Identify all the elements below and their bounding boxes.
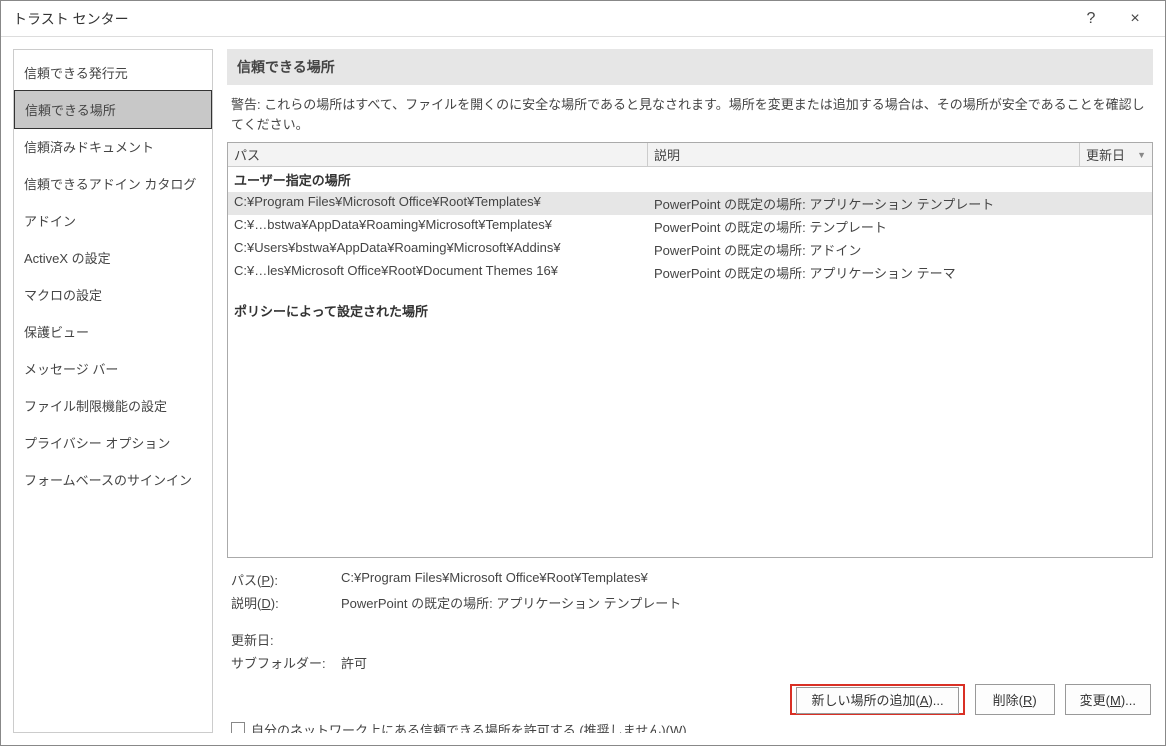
sidebar-item-trusted-locations[interactable]: 信頼できる場所 (14, 90, 212, 129)
table-row[interactable]: C:¥…bstwa¥AppData¥Roaming¥Microsoft¥Temp… (228, 215, 1152, 238)
table-row[interactable]: C:¥Users¥bstwa¥AppData¥Roaming¥Microsoft… (228, 238, 1152, 261)
sidebar-item-macro[interactable]: マクロの設定 (14, 276, 212, 313)
detail-subfolder-label: サブフォルダー: (231, 653, 341, 672)
cell-path: C:¥Users¥bstwa¥AppData¥Roaming¥Microsoft… (228, 238, 648, 261)
details-panel: パス(P): C:¥Program Files¥Microsoft Office… (227, 558, 1153, 680)
cell-date (1080, 261, 1152, 284)
detail-desc-value: PowerPoint の既定の場所: アプリケーション テンプレート (341, 593, 1149, 612)
sidebar-item-privacy[interactable]: プライバシー オプション (14, 424, 212, 461)
column-header-description[interactable]: 説明 (648, 143, 1080, 166)
category-sidebar: 信頼できる発行元 信頼できる場所 信頼済みドキュメント 信頼できるアドイン カタ… (13, 49, 213, 733)
cell-date (1080, 192, 1152, 215)
network-locations-checkbox-row[interactable]: 自分のネットワーク上にある信頼できる場所を許可する (推奨しません)(W) (227, 719, 1153, 733)
table-header-row: パス 説明 更新日 ▼ (228, 143, 1152, 167)
cell-date (1080, 215, 1152, 238)
trust-center-window: トラスト センター ? × 信頼できる発行元 信頼できる場所 信頼済みドキュメン… (0, 0, 1166, 746)
sidebar-item-activex[interactable]: ActiveX の設定 (14, 239, 212, 276)
sidebar-item-trusted-documents[interactable]: 信頼済みドキュメント (14, 128, 212, 165)
highlight-add-button: 新しい場所の追加(A)... (790, 684, 964, 715)
sidebar-item-message-bar[interactable]: メッセージ バー (14, 350, 212, 387)
sidebar-item-trusted-addin-catalogs[interactable]: 信頼できるアドイン カタログ (14, 165, 212, 202)
window-title: トラスト センター (13, 9, 1069, 29)
sidebar-item-protected-view[interactable]: 保護ビュー (14, 313, 212, 350)
locations-table: パス 説明 更新日 ▼ ユーザー指定の場所 C:¥Program Files¥M… (227, 142, 1153, 558)
cell-desc: PowerPoint の既定の場所: アドイン (648, 238, 1080, 261)
add-location-button[interactable]: 新しい場所の追加(A)... (796, 687, 958, 714)
sidebar-item-file-block[interactable]: ファイル制限機能の設定 (14, 387, 212, 424)
sidebar-item-trusted-publishers[interactable]: 信頼できる発行元 (14, 54, 212, 91)
group-policy-locations: ポリシーによって設定された場所 (228, 298, 1152, 323)
close-button[interactable]: × (1113, 1, 1157, 37)
cell-path: C:¥…les¥Microsoft Office¥Root¥Document T… (228, 261, 648, 284)
help-button[interactable]: ? (1069, 1, 1113, 37)
network-locations-checkbox-label: 自分のネットワーク上にある信頼できる場所を許可する (推奨しません)(W) (251, 720, 687, 734)
detail-desc-label: 説明(D): (231, 593, 341, 612)
checkbox-icon[interactable] (231, 722, 245, 733)
main-panel: 信頼できる場所 警告: これらの場所はすべて、ファイルを開くのに安全な場所である… (227, 49, 1153, 733)
cell-desc: PowerPoint の既定の場所: アプリケーション テーマ (648, 261, 1080, 284)
sort-dropdown-icon: ▼ (1137, 150, 1146, 160)
titlebar: トラスト センター ? × (1, 1, 1165, 37)
detail-path-value: C:¥Program Files¥Microsoft Office¥Root¥T… (341, 570, 1149, 589)
cell-desc: PowerPoint の既定の場所: テンプレート (648, 215, 1080, 238)
column-header-path[interactable]: パス (228, 143, 648, 166)
table-body[interactable]: ユーザー指定の場所 C:¥Program Files¥Microsoft Off… (228, 167, 1152, 557)
warning-text: 警告: これらの場所はすべて、ファイルを開くのに安全な場所であると見なされます。… (227, 85, 1153, 142)
detail-subfolder-value: 許可 (341, 653, 1149, 672)
sidebar-item-form-signin[interactable]: フォームベースのサインイン (14, 461, 212, 498)
column-header-date[interactable]: 更新日 ▼ (1080, 143, 1152, 166)
sidebar-item-addins[interactable]: アドイン (14, 202, 212, 239)
group-user-locations: ユーザー指定の場所 (228, 167, 1152, 192)
detail-date-label: 更新日: (231, 630, 341, 649)
detail-date-value (341, 630, 1149, 649)
column-header-date-label: 更新日 (1086, 145, 1125, 164)
table-row[interactable]: C:¥…les¥Microsoft Office¥Root¥Document T… (228, 261, 1152, 284)
cell-date (1080, 238, 1152, 261)
cell-path: C:¥…bstwa¥AppData¥Roaming¥Microsoft¥Temp… (228, 215, 648, 238)
table-row[interactable]: C:¥Program Files¥Microsoft Office¥Root¥T… (228, 192, 1152, 215)
window-body: 信頼できる発行元 信頼できる場所 信頼済みドキュメント 信頼できるアドイン カタ… (1, 37, 1165, 745)
detail-path-label: パス(P): (231, 570, 341, 589)
section-header: 信頼できる場所 (227, 49, 1153, 85)
button-row: 新しい場所の追加(A)... 削除(R) 変更(M)... (227, 680, 1153, 719)
remove-button[interactable]: 削除(R) (975, 684, 1055, 715)
cell-path: C:¥Program Files¥Microsoft Office¥Root¥T… (228, 192, 648, 215)
cell-desc: PowerPoint の既定の場所: アプリケーション テンプレート (648, 192, 1080, 215)
modify-button[interactable]: 変更(M)... (1065, 684, 1151, 715)
